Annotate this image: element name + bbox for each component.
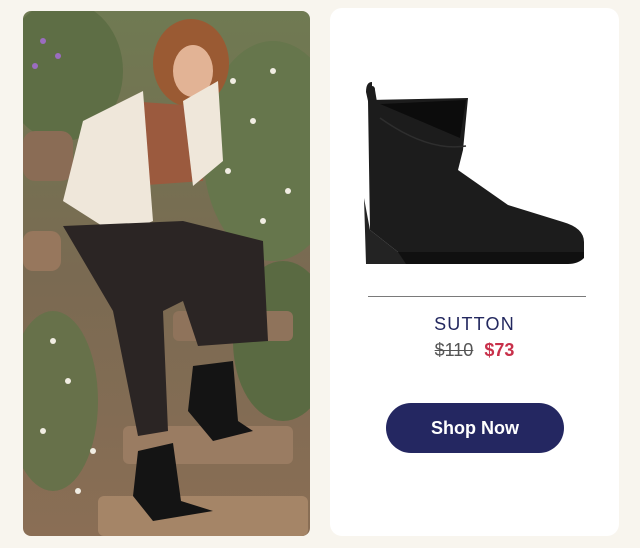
- divider: [368, 296, 586, 297]
- lifestyle-photo[interactable]: [23, 11, 310, 536]
- product-name[interactable]: SUTTON: [330, 314, 619, 335]
- price-row: $110 $73: [330, 340, 619, 361]
- shop-now-button[interactable]: Shop Now: [386, 403, 564, 453]
- sale-price: $73: [484, 340, 515, 360]
- original-price: $110: [434, 340, 474, 360]
- product-card: SUTTON $110 $73 Shop Now: [330, 8, 619, 536]
- product-image[interactable]: [358, 80, 592, 266]
